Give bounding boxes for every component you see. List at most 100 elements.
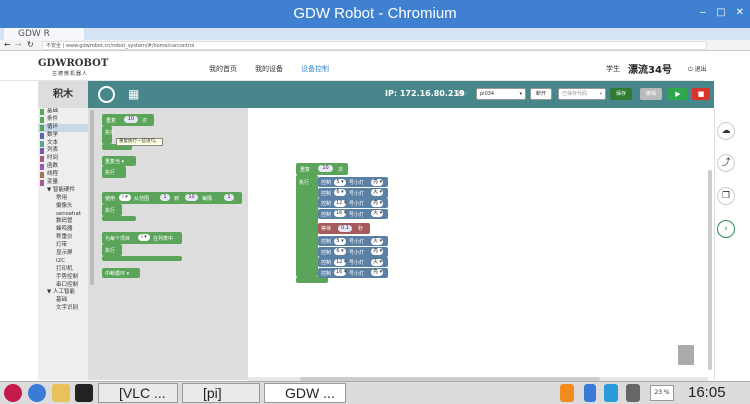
category-item[interactable]: 灯带 [38, 242, 88, 250]
category-item[interactable]: ▼ 智能硬件 [38, 187, 88, 195]
bluetooth-icon[interactable] [584, 384, 596, 402]
ws-lamp-control-block[interactable]: 控制 6 ▾ 号小灯灭 ▾ [318, 187, 388, 198]
vlc-tray-icon[interactable] [560, 384, 574, 402]
category-item[interactable]: 函数 [38, 163, 88, 171]
repeat-times-input[interactable]: 10 [124, 116, 138, 123]
raspberry-menu-icon[interactable] [4, 384, 22, 402]
category-item[interactable]: 称重仪 [38, 234, 88, 242]
lamp-state-dropdown[interactable]: 亮 ▾ [371, 178, 383, 186]
category-item[interactable]: 打印机 [38, 266, 88, 274]
category-item[interactable]: 常用 [38, 195, 88, 203]
category-item[interactable]: 文本 [38, 140, 88, 148]
lamp-pin-dropdown[interactable]: 6 ▾ [334, 189, 346, 196]
category-item[interactable]: 显示屏 [38, 250, 88, 258]
close-button[interactable]: ✕ [736, 7, 744, 18]
while-block[interactable]: 重复当 ▾ [102, 156, 136, 166]
ws-lamp-control-block[interactable]: 控制 12 ▾ 号小灯灭 ▾ [318, 257, 388, 267]
flyout-scrollbar[interactable] [90, 110, 94, 285]
ws-wait-block[interactable]: 等待 0.1 秒 [318, 223, 370, 234]
for-step-input[interactable]: 1 [224, 194, 234, 201]
lamp-pin-dropdown[interactable]: 16 ▾ [334, 210, 346, 217]
for-start-input[interactable]: 1 [160, 194, 170, 201]
repeat-block[interactable]: 重复 10 次 [102, 114, 154, 126]
nav-home[interactable]: 我的首页 [209, 64, 237, 74]
lamp-state-dropdown[interactable]: 亮 ▾ [371, 269, 383, 276]
minimize-button[interactable]: ‒ [700, 7, 706, 18]
undo-button[interactable]: 撤销 [640, 88, 662, 100]
share-icon[interactable]: ⤴ [717, 154, 735, 172]
category-item[interactable]: I2C [38, 258, 88, 266]
ws-lamp-control-block[interactable]: 控制 5 ▾ 号小灯亮 ▾ [318, 177, 388, 187]
lamp-pin-dropdown[interactable]: 5 ▾ [334, 237, 346, 245]
lamp-pin-dropdown[interactable]: 12 ▾ [334, 258, 346, 266]
disconnect-button[interactable]: 断开 [530, 88, 552, 100]
copy-icon[interactable]: ❐ [717, 187, 735, 205]
blockly-workspace[interactable]: 重复 10 次 执行 控制 5 ▾ 号小灯亮 ▾ 控制 6 ▾ 号小灯灭 ▾ 控制 12 ▾ 号… [248, 108, 714, 380]
category-item[interactable]: 文字识别 [38, 305, 88, 313]
taskbar-window-gdw[interactable]: GDW ... [264, 383, 346, 403]
workspace-vertical-scrollbar[interactable] [708, 170, 712, 370]
ws-lamp-control-block[interactable]: 控制 12 ▾ 号小灯亮 ▾ [318, 198, 388, 208]
lamp-state-dropdown[interactable]: 灭 ▾ [371, 258, 383, 266]
terminal-icon[interactable] [75, 384, 93, 402]
category-item[interactable]: 摄像头 [38, 203, 88, 211]
taskbar-window-pi[interactable]: [pi] [182, 383, 260, 403]
address-input[interactable]: 不安全 | www.gdwrobot.cn/robot_system/#/hom… [42, 41, 707, 50]
browser-launcher-icon[interactable] [28, 384, 46, 402]
lamp-state-dropdown[interactable]: 亮 ▾ [371, 199, 383, 207]
ws-lamp-control-block[interactable]: 控制 16 ▾ 号小灯灭 ▾ [318, 208, 388, 219]
browser-tab[interactable]: GDW R [4, 28, 84, 40]
category-item[interactable]: 线程 [38, 171, 88, 179]
nav-device-control[interactable]: 设备控制 [301, 64, 329, 74]
stop-button[interactable]: ■ [692, 88, 710, 100]
for-range-block[interactable]: 使用 i ▾ 从范围 1 到 10 每隔 1 [102, 192, 242, 204]
back-circle-icon[interactable]: ‹ [717, 220, 735, 238]
for-each-var-dropdown[interactable]: i ▾ [138, 234, 150, 241]
back-icon[interactable]: ← [4, 40, 11, 50]
for-end-input[interactable]: 10 [185, 194, 198, 201]
network-icon[interactable] [604, 384, 618, 402]
category-item[interactable]: 条件 [38, 116, 88, 124]
volume-icon[interactable] [626, 384, 640, 402]
device-select[interactable]: pi034 ▾ [476, 88, 526, 100]
run-button[interactable]: ▶ [668, 88, 688, 100]
save-button[interactable]: 保存 [610, 88, 632, 100]
trash-icon[interactable] [678, 345, 694, 365]
nav-devices[interactable]: 我的设备 [255, 64, 283, 74]
for-each-block[interactable]: 为每个项目 i ▾ 在列表中 [102, 232, 182, 244]
category-item[interactable]: 时间 [38, 155, 88, 163]
saved-code-select[interactable]: 已保存代码 ▾ [558, 88, 606, 100]
lamp-state-dropdown[interactable]: 灭 ▾ [371, 189, 383, 196]
category-item[interactable]: 循环 [38, 123, 88, 132]
category-item[interactable]: 列表 [38, 147, 88, 155]
lamp-state-dropdown[interactable]: 亮 ▾ [371, 248, 383, 255]
lamp-pin-dropdown[interactable]: 6 ▾ [334, 248, 346, 255]
break-block[interactable]: 中断循环 ▾ [102, 268, 140, 278]
ws-repeat-block[interactable]: 重复 10 次 [296, 163, 348, 175]
logout-link[interactable]: ⏻ 退出 [688, 64, 707, 74]
lamp-pin-dropdown[interactable]: 5 ▾ [334, 178, 346, 186]
center-view-icon[interactable] [98, 86, 115, 103]
lamp-pin-dropdown[interactable]: 16 ▾ [334, 269, 346, 276]
forward-icon[interactable]: → [15, 40, 22, 50]
lamp-state-dropdown[interactable]: 灭 ▾ [371, 210, 383, 217]
grid-view-icon[interactable]: ▦ [128, 88, 139, 100]
for-var-dropdown[interactable]: i ▾ [119, 194, 131, 201]
ws-wait-input[interactable]: 0.1 [338, 225, 352, 232]
taskbar-window-vlc[interactable]: [VLC ... [98, 383, 178, 403]
category-item[interactable]: 变量 [38, 179, 88, 187]
site-logo[interactable]: GDWROBOT [38, 58, 108, 69]
lamp-pin-dropdown[interactable]: 12 ▾ [334, 199, 346, 207]
reload-icon[interactable]: ↻ [27, 40, 34, 50]
upload-icon[interactable]: ☁ [717, 122, 735, 140]
lamp-state-dropdown[interactable]: 灭 ▾ [371, 237, 383, 245]
ws-lamp-control-block[interactable]: 控制 16 ▾ 号小灯亮 ▾ [318, 267, 388, 278]
category-item[interactable]: 手势控制 [38, 274, 88, 282]
ws-repeat-times-input[interactable]: 10 [318, 165, 333, 172]
ws-lamp-control-block[interactable]: 控制 6 ▾ 号小灯亮 ▾ [318, 246, 388, 257]
maximize-button[interactable]: □ [716, 7, 725, 18]
file-manager-icon[interactable] [52, 384, 70, 402]
category-item[interactable]: 基础 [38, 108, 88, 116]
ws-lamp-control-block[interactable]: 控制 5 ▾ 号小灯灭 ▾ [318, 236, 388, 246]
category-item[interactable]: 数学 [38, 132, 88, 140]
